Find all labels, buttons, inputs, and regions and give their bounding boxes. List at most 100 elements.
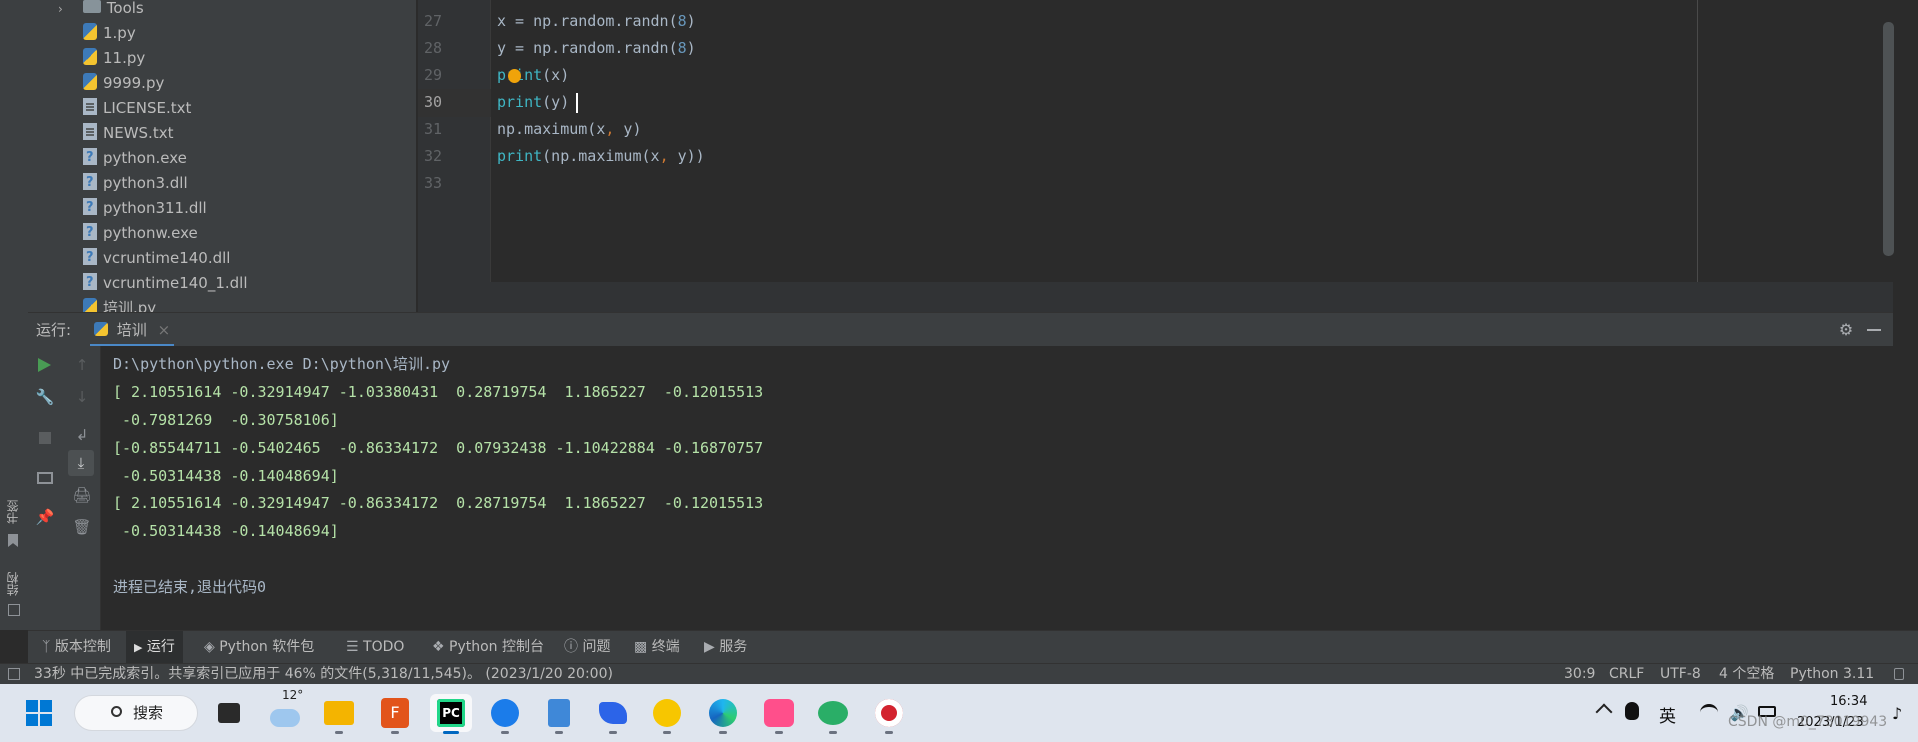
stop-icon[interactable] — [39, 432, 51, 444]
layout-icon[interactable] — [37, 472, 53, 484]
folder-icon — [82, 0, 101, 13]
tab-services[interactable]: ▶ 服务 — [704, 631, 747, 664]
caret-position[interactable]: 30:9 — [1564, 664, 1595, 685]
run-toolbar-primary: 🔧 📌 — [28, 346, 64, 630]
editor-bottom-strip — [418, 282, 1893, 312]
tree-item[interactable]: 1.py — [83, 21, 136, 46]
print-icon[interactable]: 🖨 — [72, 486, 91, 504]
code-line[interactable]: np.maximum(x, y) — [497, 116, 642, 143]
trash-icon[interactable]: 🗑 — [72, 518, 91, 536]
chevron-up-icon[interactable] — [1595, 703, 1613, 721]
indent-setting[interactable]: 4 个空格 — [1719, 664, 1774, 685]
weather-widget[interactable]: 12° — [266, 688, 304, 732]
project-tree: › Tools 1.py 11.py 9999.py LICENSE.txt N… — [28, 0, 416, 312]
weather-temperature: 12° — [282, 688, 304, 702]
python-interpreter[interactable]: Python 3.11 — [1790, 664, 1874, 685]
unknown-file-icon — [83, 270, 97, 295]
terminal-icon: ▩ — [634, 639, 648, 655]
edge-browser-icon[interactable] — [704, 694, 742, 734]
run-toolbar-secondary: ↑ ↓ ↲ ⤓ 🖨 🗑 — [64, 346, 101, 630]
foxit-app-icon[interactable]: F — [376, 694, 414, 734]
editor-scrollbar[interactable] — [1883, 22, 1894, 256]
thunder-app-icon[interactable] — [486, 694, 524, 734]
console-output-line: -0.50314438 -0.14048694] — [113, 467, 339, 485]
scroll-to-end-icon: ⤓ — [77, 454, 85, 472]
tree-item[interactable]: LICENSE.txt — [83, 96, 191, 121]
code-line[interactable]: print(np.maximum(x, y)) — [497, 143, 705, 170]
code-line[interactable]: x = np.random.randn(8) — [497, 8, 696, 35]
structure-icon[interactable] — [8, 604, 20, 616]
arrow-up-icon[interactable]: ↑ — [73, 356, 91, 374]
tab-todo[interactable]: ☰ TODO — [346, 631, 404, 664]
tab-python-console[interactable]: ❖ Python 控制台 — [432, 631, 544, 664]
code-line[interactable]: y = np.random.randn(8) — [497, 35, 696, 62]
wechat-app-icon[interactable] — [814, 694, 852, 734]
arrow-down-icon[interactable]: ↓ — [73, 388, 91, 406]
status-bar: 33秒 中已完成索引。共享索引已应用于 46% 的文件(5,318/11,545… — [0, 663, 1918, 685]
play-icon[interactable] — [38, 358, 51, 372]
ime-indicator[interactable]: 英 — [1659, 702, 1676, 727]
file-explorer-icon[interactable] — [320, 694, 358, 734]
close-icon[interactable]: × — [158, 321, 171, 339]
qq-tray-icon[interactable] — [1625, 702, 1639, 720]
notepad-app-icon[interactable] — [540, 694, 578, 734]
code-line[interactable]: print(y) — [497, 89, 569, 116]
tree-item[interactable]: python3.dll — [83, 170, 188, 196]
tool-window-bar: ᛉ 版本控制 ▶ 运行 ◈ Python 软件包 ☰ TODO ❖ Python… — [28, 630, 1918, 664]
unknown-file-icon — [83, 170, 97, 195]
tab-version-control[interactable]: ᛉ 版本控制 — [36, 631, 117, 664]
bookmarks-tab[interactable]: 书签 — [4, 500, 21, 524]
csdn-watermark: CSDN @m0_73019943 — [1728, 714, 1888, 730]
feishu-app-icon[interactable] — [594, 694, 632, 734]
tree-item[interactable]: python311.dll — [83, 195, 207, 221]
bookmark-icon[interactable] — [8, 534, 18, 547]
tab-run[interactable]: ▶ 运行 — [126, 631, 183, 664]
tree-item[interactable]: 11.py — [83, 46, 145, 71]
lalu-app-icon[interactable] — [760, 694, 798, 734]
console-output-line: -0.50314438 -0.14048694] — [113, 522, 339, 540]
lock-icon[interactable] — [1894, 668, 1904, 680]
game-app-icon[interactable] — [870, 694, 908, 734]
python-file-icon — [83, 23, 97, 40]
gear-icon[interactable]: ⚙ — [1838, 322, 1854, 338]
soft-wrap-icon[interactable]: ↲ — [73, 426, 91, 444]
structure-tab[interactable]: 结构 — [4, 572, 21, 596]
chevron-right-icon[interactable]: › — [58, 0, 68, 22]
run-console[interactable]: D:\python\python.exe D:\python\培训.py [ 2… — [101, 346, 1893, 630]
scroll-to-end-toggle[interactable]: ⤓ — [68, 450, 94, 476]
tree-item[interactable]: pythonw.exe — [83, 220, 198, 246]
status-message[interactable]: 33秒 中已完成索引。共享索引已应用于 46% 的文件(5,318/11,545… — [34, 664, 613, 685]
wrench-icon[interactable]: 🔧 — [36, 388, 55, 406]
python-icon — [94, 321, 108, 336]
taskbar-search[interactable]: 搜索 — [74, 695, 198, 731]
tool-windows-icon[interactable] — [8, 668, 20, 680]
line-number: 29 — [424, 66, 443, 84]
wifi-icon[interactable] — [1700, 704, 1718, 721]
tree-item[interactable]: 9999.py — [83, 71, 164, 96]
run-tab-label: 培训 — [116, 321, 147, 339]
qq-browser-icon[interactable] — [648, 694, 686, 734]
lightbulb-icon[interactable] — [508, 69, 521, 83]
minus-icon[interactable] — [1867, 329, 1881, 331]
task-view-icon[interactable] — [210, 694, 248, 732]
tab-terminal[interactable]: ▩ 终端 — [634, 631, 680, 664]
pin-icon[interactable]: 📌 — [36, 508, 55, 526]
tree-item[interactable]: python.exe — [83, 145, 187, 171]
tree-item-tools[interactable]: › Tools — [58, 0, 144, 21]
tab-problems[interactable]: ⓘ 问题 — [564, 631, 610, 664]
tree-item[interactable]: vcruntime140.dll — [83, 245, 230, 271]
clock-time[interactable]: 16:34 — [1830, 694, 1867, 709]
packages-icon: ◈ — [204, 639, 215, 655]
tree-item[interactable]: 培训.py — [83, 296, 156, 312]
run-tab[interactable]: 培训 × — [90, 313, 175, 347]
line-separator[interactable]: CRLF — [1609, 664, 1644, 685]
search-icon — [111, 706, 122, 717]
services-icon: ▶ — [704, 639, 715, 655]
file-encoding[interactable]: UTF-8 — [1660, 664, 1701, 685]
windows-start-icon[interactable] — [26, 700, 52, 726]
tree-item[interactable]: vcruntime140_1.dll — [83, 270, 248, 296]
pycharm-app-icon[interactable]: PC — [430, 694, 472, 734]
tree-item[interactable]: NEWS.txt — [83, 121, 173, 146]
notification-icon[interactable]: ♪ — [1892, 704, 1902, 723]
tab-python-packages[interactable]: ◈ Python 软件包 — [204, 631, 314, 664]
